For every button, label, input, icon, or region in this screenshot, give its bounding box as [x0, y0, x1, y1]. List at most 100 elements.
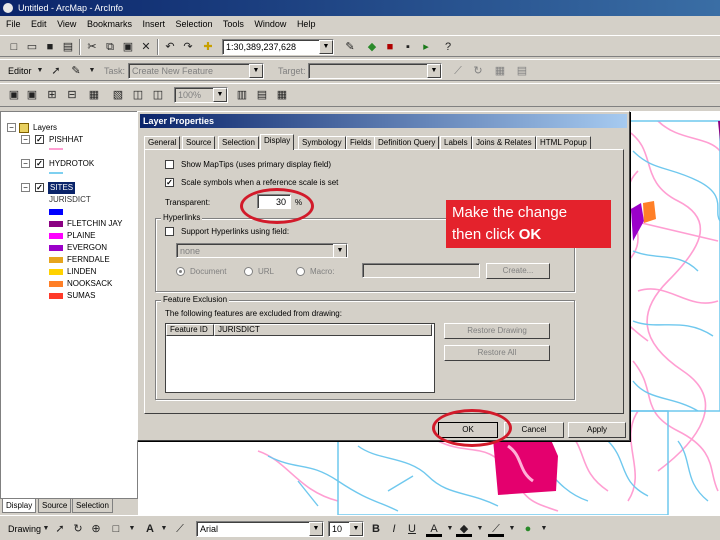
layer-visibility-checkbox[interactable]: ✓	[35, 159, 44, 168]
rectangle-dropdown-icon[interactable]: ▼	[124, 521, 140, 537]
fixed-zoom-out-icon[interactable]: ⊟	[64, 87, 80, 103]
tab-fields[interactable]: Fields	[346, 136, 376, 149]
chevron-down-icon[interactable]: ▼	[319, 40, 333, 54]
edit-tool-icon[interactable]: ➚	[48, 63, 64, 79]
line-color-icon[interactable]: ⟋	[488, 521, 504, 537]
tab-source[interactable]: Source	[182, 136, 216, 149]
map-scale-combobox[interactable]: 1:30,389,237,628 ▼	[222, 39, 334, 55]
whats-this-help-icon[interactable]: ?	[440, 39, 456, 55]
marker-color-icon[interactable]: ●	[520, 521, 536, 537]
sketch-dropdown-arrow-icon[interactable]: ▼	[84, 63, 100, 79]
command-line-icon[interactable]: ▪	[400, 39, 416, 55]
rectangle-icon[interactable]: □	[108, 521, 124, 537]
underline-button[interactable]: U	[404, 521, 420, 537]
toggle-draft-mode-icon[interactable]: ▥	[234, 87, 250, 103]
paste-icon[interactable]: ▣	[120, 39, 136, 55]
full-extent-icon[interactable]: ▦	[86, 87, 102, 103]
zoom-whole-page-icon[interactable]: ⊕	[88, 521, 104, 537]
italic-button[interactable]: I	[386, 521, 402, 537]
zoom-combobox[interactable]: 100% ▼	[174, 87, 228, 103]
menu-help[interactable]: Help	[297, 19, 316, 29]
cancel-button[interactable]: Cancel	[504, 422, 564, 438]
delete-icon[interactable]: ✕	[138, 39, 154, 55]
line-color-dropdown-icon[interactable]: ▼	[504, 521, 520, 537]
menu-selection[interactable]: Selection	[176, 19, 213, 29]
select-elements-icon[interactable]: ➚	[52, 521, 68, 537]
fixed-zoom-in-icon[interactable]: ⊞	[44, 87, 60, 103]
focus-data-frame-icon[interactable]: ▤	[254, 87, 270, 103]
tab-selection[interactable]: Selection	[218, 136, 259, 149]
edit-vertices-icon[interactable]: ⟋	[172, 521, 188, 537]
rotate-tool-icon[interactable]: ↻	[470, 63, 486, 79]
apply-button[interactable]: Apply	[568, 422, 626, 438]
task-combobox[interactable]: Create New Feature ▼	[128, 63, 264, 79]
tab-selection[interactable]: Selection	[72, 499, 113, 513]
menu-tools[interactable]: Tools	[223, 19, 244, 29]
drawing-menu[interactable]: Drawing	[8, 521, 41, 537]
show-maptips-checkbox[interactable]	[165, 160, 174, 169]
open-folder-icon[interactable]: ▭	[24, 39, 40, 55]
undo-icon[interactable]: ↶	[162, 39, 178, 55]
menu-bookmarks[interactable]: Bookmarks	[87, 19, 132, 29]
rotate-icon[interactable]: ↻	[70, 521, 86, 537]
pan-icon[interactable]: ▧	[110, 87, 126, 103]
font-combobox[interactable]: Arial ▼	[196, 521, 324, 537]
excluded-features-table[interactable]: Feature ID JURISDICT	[165, 323, 435, 393]
collapse-icon[interactable]: −	[21, 183, 30, 192]
font-color-icon[interactable]: A	[426, 521, 442, 537]
hyperlink-field-select[interactable]: none ▼	[176, 243, 348, 258]
create-button[interactable]: Create...	[486, 263, 550, 279]
tab-display[interactable]: Display	[2, 499, 37, 513]
chevron-down-icon[interactable]: ▼	[309, 522, 323, 536]
arctoolbox-icon[interactable]: ◆	[364, 39, 380, 55]
tab-definition-query[interactable]: Definition Query	[374, 136, 440, 149]
collapse-icon[interactable]: −	[7, 123, 16, 132]
tab-source[interactable]: Source	[38, 499, 72, 513]
editor-menu[interactable]: Editor	[8, 63, 32, 79]
menu-file[interactable]: File	[6, 19, 21, 29]
split-tool-icon[interactable]: ⟋	[450, 63, 466, 79]
redo-icon[interactable]: ↷	[180, 39, 196, 55]
attributes-icon[interactable]: ▦	[492, 63, 508, 79]
column-header[interactable]: Feature ID	[166, 324, 214, 336]
support-hyperlinks-checkbox[interactable]	[165, 227, 174, 236]
fill-color-dropdown-icon[interactable]: ▼	[472, 521, 488, 537]
menu-edit[interactable]: Edit	[31, 19, 47, 29]
url-radio[interactable]	[244, 267, 253, 276]
font-size-combobox[interactable]: 10 ▼	[328, 521, 364, 537]
layer-visibility-checkbox[interactable]: ✓	[35, 183, 44, 192]
restore-drawing-button[interactable]: Restore Drawing	[444, 323, 550, 339]
chevron-down-icon[interactable]: ▼	[333, 244, 347, 257]
menu-insert[interactable]: Insert	[142, 19, 165, 29]
print-icon[interactable]: ▤	[60, 39, 76, 55]
go-back-icon[interactable]: ◫	[130, 87, 146, 103]
restore-all-button[interactable]: Restore All	[444, 345, 550, 361]
tab-labels[interactable]: Labels	[440, 136, 472, 149]
editor-dropdown-arrow-icon[interactable]: ▼	[32, 63, 48, 79]
tab-display[interactable]: Display	[260, 134, 295, 150]
tab-symbology[interactable]: Symbology	[298, 136, 346, 149]
tab-html-popup[interactable]: HTML Popup	[536, 136, 591, 149]
chevron-down-icon[interactable]: ▼	[249, 64, 263, 78]
column-header[interactable]: JURISDICT	[214, 324, 432, 336]
go-forward-icon[interactable]: ◫	[150, 87, 166, 103]
editor-toolbar-icon[interactable]: ✎	[342, 39, 358, 55]
chevron-down-icon[interactable]: ▼	[349, 522, 363, 536]
marker-color-dropdown-icon[interactable]: ▼	[536, 521, 552, 537]
copy-icon[interactable]: ⧉	[102, 39, 118, 55]
target-combobox[interactable]: ▼	[308, 63, 442, 79]
layer-visibility-checkbox[interactable]: ✓	[35, 135, 44, 144]
cut-icon[interactable]: ✂	[84, 39, 100, 55]
zoom-out-icon[interactable]: ▣	[24, 87, 40, 103]
tab-general[interactable]: General	[144, 136, 181, 149]
document-radio[interactable]	[176, 267, 185, 276]
save-icon[interactable]: ■	[42, 39, 58, 55]
model-builder-icon[interactable]: ▸	[418, 39, 434, 55]
toolbox-icon[interactable]: ■	[382, 39, 398, 55]
change-layout-icon[interactable]: ▦	[274, 87, 290, 103]
collapse-icon[interactable]: −	[21, 159, 30, 168]
tab-joins-relates[interactable]: Joins & Relates	[472, 136, 536, 149]
zoom-in-icon[interactable]: ▣	[6, 87, 22, 103]
chevron-down-icon[interactable]: ▼	[213, 88, 227, 102]
collapse-icon[interactable]: −	[21, 135, 30, 144]
